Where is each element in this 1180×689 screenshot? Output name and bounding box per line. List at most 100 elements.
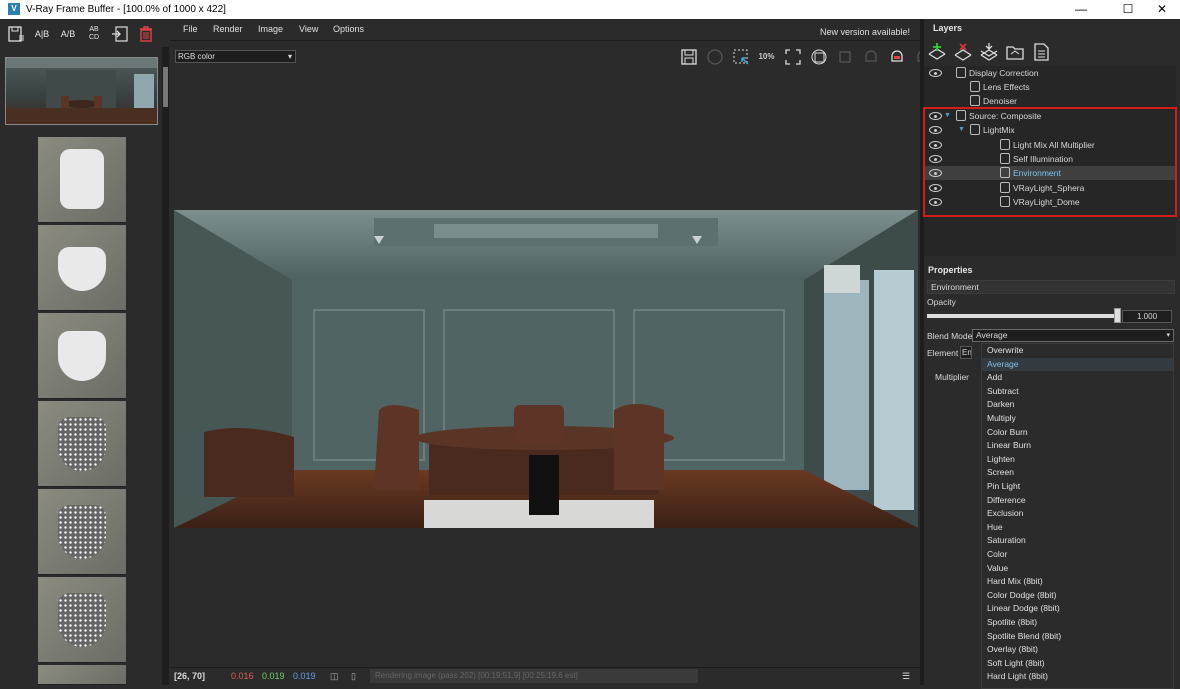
blend-option[interactable]: Lighten xyxy=(982,453,1173,467)
blend-option[interactable]: Exclusion xyxy=(982,507,1173,521)
blend-mode-select[interactable]: Average ▾ xyxy=(972,329,1174,342)
expand-arrow-icon[interactable]: ▼ xyxy=(944,109,951,123)
minimize-button[interactable]: — xyxy=(1063,1,1099,18)
save-image-icon[interactable] xyxy=(678,46,699,67)
opacity-spinner[interactable]: 1.000 xyxy=(1122,310,1172,323)
new-version-link[interactable]: New version available! xyxy=(820,27,910,37)
blend-option[interactable]: Color xyxy=(982,548,1173,562)
sync-icon[interactable] xyxy=(808,46,829,67)
menu-render[interactable]: Render xyxy=(213,24,243,34)
zoom-percent-icon[interactable]: 10% xyxy=(756,46,777,67)
pin-icon[interactable]: ▯ xyxy=(351,671,356,682)
layer-row[interactable]: VRayLight_Sphera xyxy=(924,181,1176,195)
menu-image[interactable]: Image xyxy=(258,24,283,34)
opacity-slider-handle[interactable] xyxy=(1114,308,1121,323)
add-layer-icon[interactable] xyxy=(926,41,947,63)
blend-option[interactable]: Hard Mix (8bit) xyxy=(982,575,1173,589)
blend-option[interactable]: Darken xyxy=(982,398,1173,412)
abcd-compare-icon[interactable]: AB CD xyxy=(82,22,106,46)
layer-name-field[interactable]: Environment xyxy=(927,280,1175,294)
blend-option[interactable]: Average xyxy=(982,357,1173,372)
denoiser-icon xyxy=(970,95,980,106)
layer-row[interactable]: ▼ Source: Composite xyxy=(924,109,1176,123)
maximize-button[interactable]: ☐ xyxy=(1110,1,1146,18)
eye-visibility-icon[interactable] xyxy=(929,141,942,149)
eye-visibility-icon[interactable] xyxy=(929,169,942,177)
pixel-info-icon[interactable]: ◫ xyxy=(330,671,339,682)
teapot-render-icon[interactable] xyxy=(886,46,907,67)
menu-options[interactable]: Options xyxy=(333,24,364,34)
history-thumbnail[interactable] xyxy=(38,401,126,487)
ab-compare-diagonal-icon[interactable]: A/B xyxy=(56,22,80,46)
layer-label: Light Mix All Multiplier xyxy=(1013,140,1095,150)
scrollbar-thumb[interactable] xyxy=(163,67,168,107)
blend-option[interactable]: Saturation xyxy=(982,534,1173,548)
blend-option[interactable]: Subtract xyxy=(982,385,1173,399)
blend-option[interactable]: Linear Dodge (8bit) xyxy=(982,602,1173,616)
history-thumbnail[interactable] xyxy=(38,313,126,399)
blend-option[interactable]: Add xyxy=(982,371,1173,385)
channel-select[interactable]: RGB color ▾ xyxy=(175,50,296,63)
log-icon[interactable]: ☰ xyxy=(902,671,910,682)
blend-option[interactable]: Value xyxy=(982,562,1173,576)
delete-icon[interactable] xyxy=(134,22,158,46)
history-scrollbar[interactable] xyxy=(162,47,169,685)
eye-visibility-icon[interactable] xyxy=(929,69,942,77)
layer-row[interactable]: Light Mix All Multiplier xyxy=(924,138,1176,152)
close-button[interactable]: ✕ xyxy=(1144,1,1180,18)
blend-option[interactable]: Pin Light xyxy=(982,480,1173,494)
history-thumbnail[interactable] xyxy=(38,137,126,223)
layer-label: LightMix xyxy=(983,125,1015,135)
eye-visibility-icon[interactable] xyxy=(929,126,942,134)
history-thumbnail[interactable] xyxy=(38,665,126,685)
layer-row[interactable]: Display Correction xyxy=(924,66,1176,80)
blend-option[interactable]: Overwrite xyxy=(982,344,1173,358)
layer-row[interactable]: Environment xyxy=(924,166,1176,180)
layer-row[interactable]: ▼ LightMix xyxy=(924,123,1176,137)
blend-option[interactable]: Hard Light (8bit) xyxy=(982,670,1173,684)
window-title: V-Ray Frame Buffer - [100.0% of 1000 x 4… xyxy=(26,4,226,15)
history-thumbnail[interactable] xyxy=(38,577,126,663)
delete-layer-icon[interactable] xyxy=(952,41,973,63)
blend-option[interactable]: Overlay (8bit) xyxy=(982,643,1173,657)
element-select[interactable]: En xyxy=(960,346,972,359)
eye-visibility-icon[interactable] xyxy=(929,112,942,120)
teapot-render-disabled-icon[interactable] xyxy=(860,46,881,67)
blend-option[interactable]: Soft Light (8bit) xyxy=(982,657,1173,671)
history-thumbnail[interactable] xyxy=(38,225,126,311)
history-toolbar: A|B A/B AB CD xyxy=(0,19,170,49)
layer-row[interactable]: Self Illumination xyxy=(924,152,1176,166)
eye-visibility-icon[interactable] xyxy=(929,198,942,206)
blend-option[interactable]: Spotlite Blend (8bit) xyxy=(982,630,1173,644)
ab-compare-horizontal-icon[interactable]: A|B xyxy=(30,22,54,46)
blend-option[interactable]: Difference xyxy=(982,494,1173,508)
menu-view[interactable]: View xyxy=(299,24,318,34)
layer-row[interactable]: Lens Effects xyxy=(924,80,1176,94)
fullscreen-icon[interactable] xyxy=(782,46,803,67)
layer-row[interactable]: VRayLight_Dome xyxy=(924,195,1176,209)
menu-file[interactable]: File xyxy=(183,24,198,34)
blend-option[interactable]: Screen xyxy=(982,466,1173,480)
import-icon[interactable] xyxy=(108,22,132,46)
color-circle-icon[interactable] xyxy=(704,46,725,67)
merge-layers-icon[interactable] xyxy=(978,41,999,63)
blend-option[interactable]: Spotlite (8bit) xyxy=(982,616,1173,630)
save-history-icon[interactable] xyxy=(4,22,28,46)
history-thumbnail[interactable] xyxy=(38,489,126,575)
opacity-slider[interactable] xyxy=(927,308,1121,323)
region-render-icon[interactable] xyxy=(730,46,751,67)
blend-option[interactable]: Hue xyxy=(982,521,1173,535)
expand-arrow-icon[interactable]: ▼ xyxy=(958,123,965,137)
stop-icon[interactable] xyxy=(834,46,855,67)
blend-option[interactable]: Linear Burn xyxy=(982,439,1173,453)
layer-presets-icon[interactable] xyxy=(1030,41,1051,63)
blend-option[interactable]: Color Burn xyxy=(982,426,1173,440)
blend-option[interactable]: Color Dodge (8bit) xyxy=(982,589,1173,603)
eye-visibility-icon[interactable] xyxy=(929,184,942,192)
blend-option[interactable]: Multiply xyxy=(982,412,1173,426)
history-thumbnail-current[interactable] xyxy=(5,57,158,125)
layer-row[interactable]: Denoiser xyxy=(924,94,1176,108)
open-layer-tree-icon[interactable] xyxy=(1004,41,1025,63)
eye-visibility-icon[interactable] xyxy=(929,155,942,163)
render-image[interactable] xyxy=(174,210,918,528)
